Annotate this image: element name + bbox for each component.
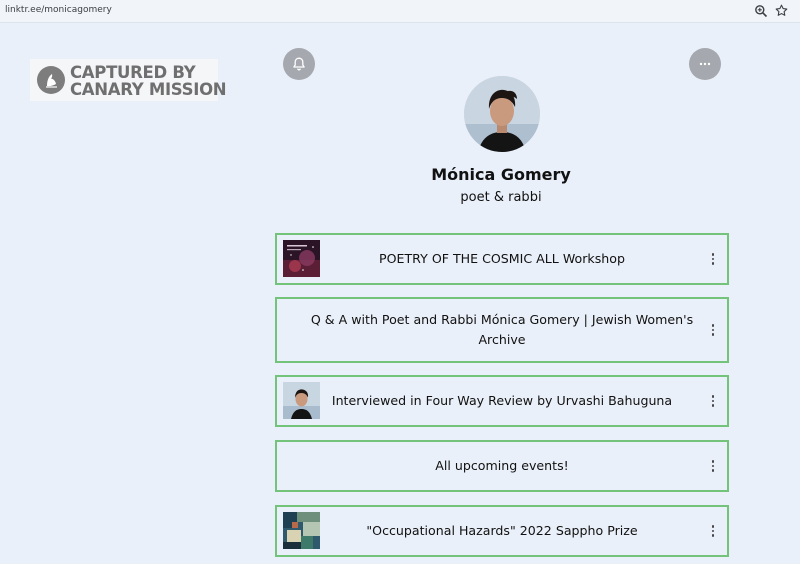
- notify-button[interactable]: [283, 48, 315, 80]
- profile-bio: poet & rabbi: [460, 190, 542, 205]
- link-label: "Occupational Hazards" 2022 Sappho Prize: [366, 523, 638, 538]
- star-icon[interactable]: [774, 3, 789, 18]
- watermark-line-2: CANARY MISSION: [70, 80, 227, 99]
- bell-icon: [293, 57, 305, 71]
- link-label: Q & A with Poet and Rabbi Mónica Gomery …: [310, 312, 694, 347]
- link-card-sappho-prize[interactable]: "Occupational Hazards" 2022 Sappho Prize: [275, 505, 729, 557]
- link-card-four-way-review[interactable]: Interviewed in Four Way Review by Urvash…: [275, 375, 729, 427]
- more-options-button[interactable]: [689, 48, 721, 80]
- link-options-icon[interactable]: [707, 458, 719, 474]
- canary-mission-watermark: CAPTURED BY CANARY MISSION: [30, 59, 227, 101]
- link-label: All upcoming events!: [435, 458, 569, 473]
- link-card-poetry-workshop[interactable]: POETRY OF THE COSMIC ALL Workshop: [275, 233, 729, 285]
- profile-avatar: [464, 76, 540, 152]
- profile-name: Mónica Gomery: [431, 165, 571, 184]
- address-bar[interactable]: linktr.ee/monicagomery: [0, 0, 800, 23]
- link-card-jwa-qa[interactable]: Q & A with Poet and Rabbi Mónica Gomery …: [275, 297, 729, 363]
- url-text[interactable]: linktr.ee/monicagomery: [5, 5, 112, 15]
- link-options-icon[interactable]: [707, 523, 719, 539]
- bird-icon: [37, 66, 65, 94]
- link-options-icon[interactable]: [707, 393, 719, 409]
- link-options-icon[interactable]: [707, 322, 719, 338]
- more-horizontal-icon: [699, 62, 711, 66]
- link-label: Interviewed in Four Way Review by Urvash…: [331, 393, 673, 408]
- zoom-icon[interactable]: [754, 4, 768, 18]
- link-card-upcoming-events[interactable]: All upcoming events!: [275, 440, 729, 492]
- link-options-icon[interactable]: [707, 251, 719, 267]
- link-label: POETRY OF THE COSMIC ALL Workshop: [379, 251, 625, 266]
